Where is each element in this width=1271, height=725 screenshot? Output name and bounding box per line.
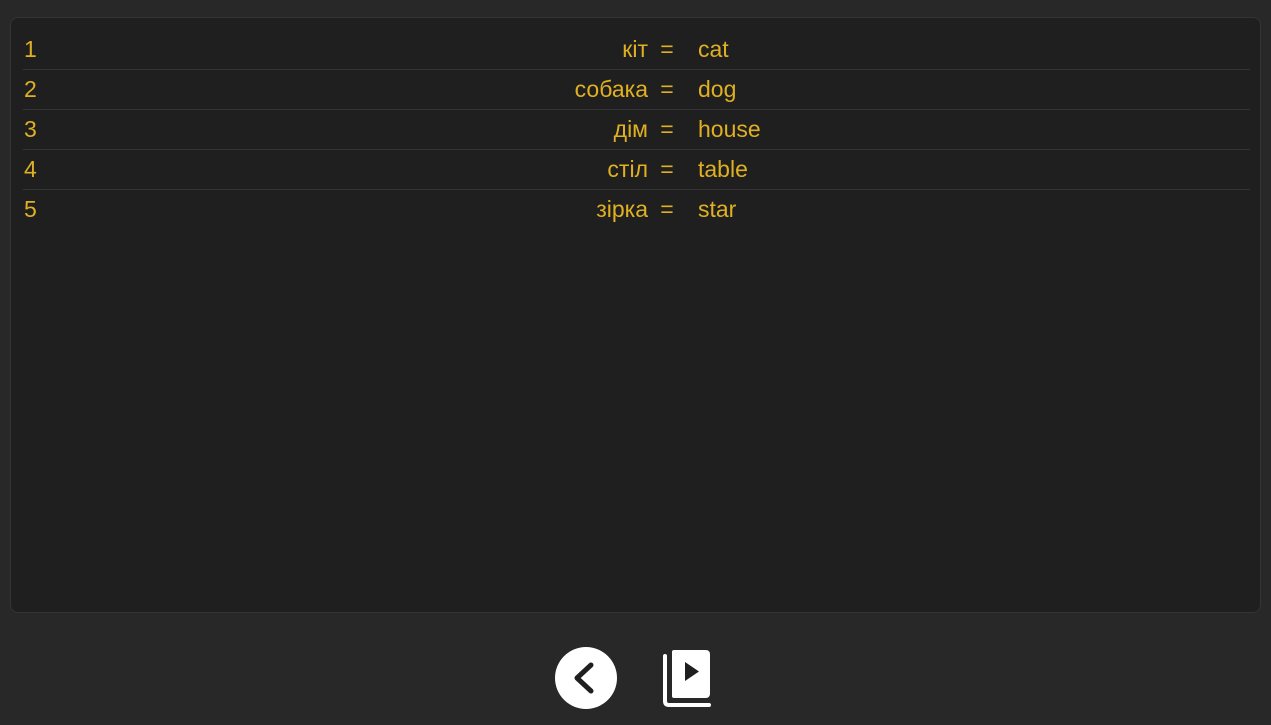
english-translation: table (698, 156, 748, 182)
equals-separator: = (660, 76, 674, 102)
app-screen: 1 кіт = cat 2 собака = dog 3 дім = house… (0, 0, 1271, 725)
vocabulary-panel: 1 кіт = cat 2 собака = dog 3 дім = house… (10, 17, 1261, 613)
vocabulary-list: 1 кіт = cat 2 собака = dog 3 дім = house… (23, 30, 1250, 229)
ukrainian-word: зірка (596, 196, 648, 222)
equals-separator: = (660, 36, 674, 62)
ukrainian-word: кіт (622, 36, 648, 62)
english-translation: cat (698, 36, 729, 62)
video-library-icon (663, 650, 711, 707)
list-item[interactable]: 4 стіл = table (23, 150, 1250, 190)
equals-separator: = (660, 116, 674, 142)
row-number: 2 (24, 76, 37, 102)
back-button[interactable] (555, 647, 617, 709)
row-number: 4 (24, 156, 37, 182)
video-library-button[interactable] (660, 648, 714, 708)
ukrainian-word: дім (613, 116, 648, 142)
row-number: 5 (24, 196, 37, 222)
equals-separator: = (660, 196, 674, 222)
chevron-left-icon (574, 662, 594, 694)
row-number: 1 (24, 36, 37, 62)
equals-separator: = (660, 156, 674, 182)
ukrainian-word: собака (574, 76, 648, 102)
list-item[interactable]: 2 собака = dog (23, 70, 1250, 110)
ukrainian-word: стіл (607, 156, 648, 182)
english-translation: dog (698, 76, 737, 102)
list-item[interactable]: 3 дім = house (23, 110, 1250, 150)
english-translation: star (698, 196, 737, 222)
english-translation: house (698, 116, 761, 142)
list-item[interactable]: 1 кіт = cat (23, 30, 1250, 70)
list-item[interactable]: 5 зірка = star (23, 190, 1250, 229)
row-number: 3 (24, 116, 37, 142)
bottom-toolbar (0, 628, 1271, 725)
